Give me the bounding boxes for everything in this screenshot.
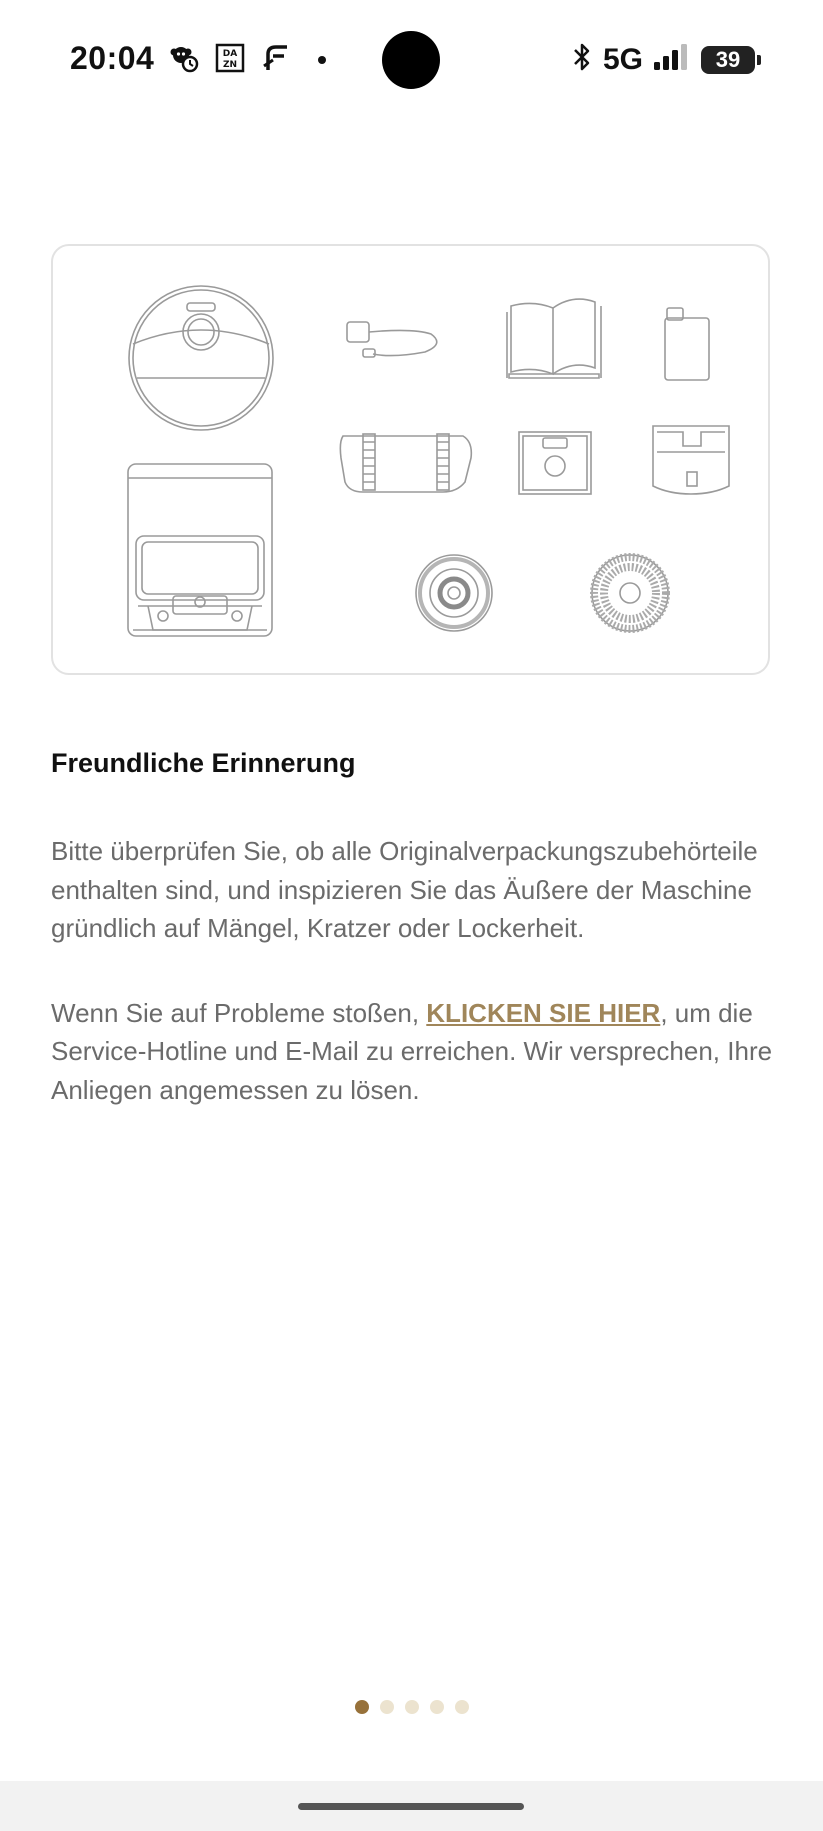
- signal-icon: [653, 43, 691, 76]
- reminder-title: Freundliche Erinnerung: [51, 748, 356, 778]
- reminder-paragraph-check: Bitte überprüfen Sie, ob alle Originalve…: [51, 836, 758, 943]
- robot-vacuum-image: [128, 285, 274, 431]
- mop-pad-image: [590, 553, 670, 633]
- reminder-paragraph-help: Wenn Sie auf Probleme stoßen, KLICKEN SI…: [51, 994, 781, 1110]
- package-contents-illustration: [51, 244, 770, 675]
- battery-level: 39: [715, 46, 741, 72]
- svg-text:DA: DA: [223, 49, 237, 59]
- user-manual-image: [506, 298, 602, 379]
- svg-text:ZN: ZN: [223, 60, 237, 70]
- notification-app-icon: [260, 42, 292, 74]
- status-bar: 20:04 DA ZN 5G 39: [0, 0, 823, 120]
- status-time: 20:04: [70, 40, 155, 76]
- side-brush-image: [415, 554, 493, 632]
- page-dot-5: [454, 1700, 469, 1714]
- page-dot-4: [429, 1700, 444, 1714]
- contact-service-link[interactable]: KLICKEN SIE HIER: [426, 998, 660, 1028]
- status-right-icons: 5G 39: [571, 42, 761, 77]
- water-tank-cover-image: [652, 425, 730, 495]
- bluetooth-icon: [571, 42, 593, 77]
- mop-bracket-image: [339, 433, 473, 493]
- battery-icon: 39: [701, 45, 761, 74]
- home-gesture-handle[interactable]: [298, 1803, 524, 1810]
- cleaning-solution-bottle-image: [664, 307, 710, 381]
- page-dot-2: [379, 1700, 394, 1714]
- monkey-alarm-icon: [168, 42, 200, 74]
- reminder-body: Bitte überprüfen Sie, ob alle Originalve…: [51, 832, 781, 1109]
- charging-cable-image: [346, 321, 438, 358]
- screen: 20:04 DA ZN 5G 39 Freundliche Erinnerung…: [0, 0, 823, 1831]
- more-dot-icon: [306, 42, 338, 74]
- network-type: 5G: [602, 42, 643, 76]
- page-indicator: [0, 1700, 823, 1714]
- help-text-before: Wenn Sie auf Probleme stoßen,: [51, 997, 427, 1028]
- dazn-icon: DA ZN: [214, 42, 246, 74]
- page-dot-3: [404, 1700, 419, 1714]
- page-dot-1: [354, 1700, 369, 1714]
- dust-bag-image: [518, 431, 592, 495]
- status-left-icons: DA ZN: [168, 42, 338, 74]
- camera-cutout: [382, 31, 440, 89]
- station-base-image: [127, 463, 273, 637]
